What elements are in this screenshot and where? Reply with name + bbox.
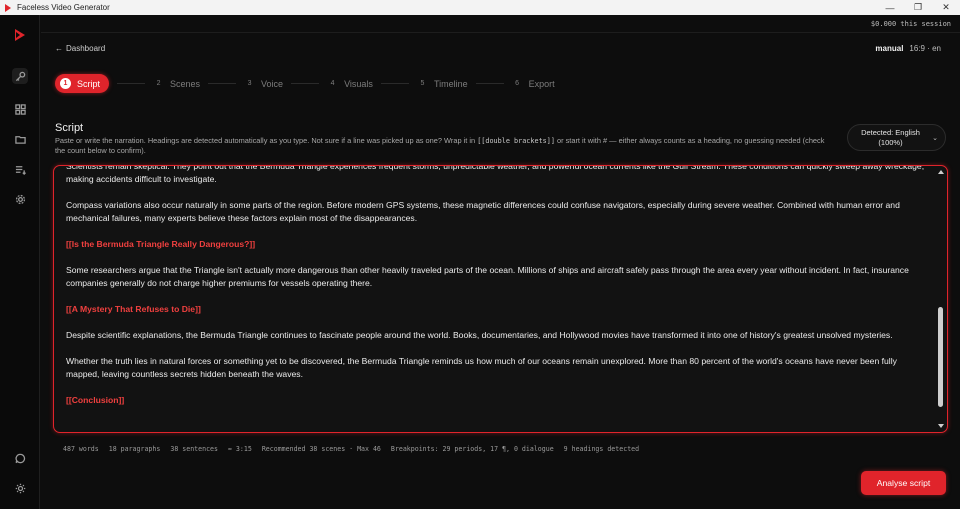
list-icon[interactable] (12, 161, 28, 177)
back-label: Dashboard (66, 44, 106, 53)
minimize-button[interactable]: — (876, 0, 904, 15)
step-connector (117, 83, 146, 84)
estimated-duration: ≈ 3:15 (227, 445, 252, 453)
step-script[interactable]: 1 Script (55, 74, 110, 93)
step-number: 5 (420, 80, 425, 87)
step-label: Timeline (433, 78, 468, 89)
editor-scrollbar[interactable] (937, 168, 945, 430)
heading-count: 9 headings detected (563, 445, 640, 453)
script-heading: [[Is the Bermuda Triangle Really Dangero… (66, 239, 256, 249)
scroll-down-icon[interactable] (938, 424, 944, 428)
step-number: 1 (60, 78, 71, 89)
window-title: Faceless Video Generator (17, 3, 110, 12)
close-button[interactable]: ✕ (932, 0, 960, 15)
project-mode: manual 16:9 · en (875, 44, 941, 53)
step-connector (208, 83, 237, 84)
step-connector (475, 83, 504, 84)
mode-name: manual (875, 44, 904, 53)
window-controls: — ❐ ✕ (876, 0, 960, 15)
language-confidence: (100%) (878, 138, 903, 147)
step-export[interactable]: 6 Export (512, 74, 555, 93)
step-visuals[interactable]: 4 Visuals (327, 74, 373, 93)
script-heading: [[A Mystery That Refuses to Die]] (66, 304, 201, 314)
session-cost: $0.000 this session (870, 20, 951, 28)
script-paragraph: Some researchers argue that the Triangle… (66, 265, 909, 288)
script-paragraph: Whether the truth lies in natural forces… (66, 356, 897, 379)
script-help-text: Paste or write the narration. Headings a… (55, 136, 825, 156)
step-voice[interactable]: 3 Voice (244, 74, 283, 93)
help-text-part: Paste or write the narration. Headings a… (55, 136, 478, 145)
sidebar-rail (0, 15, 40, 509)
script-editor[interactable]: Scientists remain skeptical. They point … (53, 165, 948, 433)
language-detected: Detected: English (861, 128, 920, 137)
scene-recommendation: Recommended 38 scenes · Max 46 (261, 445, 381, 453)
grid-icon[interactable] (12, 101, 28, 117)
step-number: 2 (156, 80, 161, 87)
step-label: Export (528, 78, 555, 89)
main-content: $0.000 this session ← Dashboard manual 1… (41, 15, 960, 509)
script-stats: 487 words 18 paragraphs 38 sentences ≈ 3… (63, 445, 639, 453)
script-text[interactable]: Scientists remain skeptical. They point … (66, 165, 926, 420)
scroll-up-icon[interactable] (938, 170, 944, 174)
word-count: 487 words (63, 445, 99, 453)
step-timeline[interactable]: 5 Timeline (417, 74, 468, 93)
window-titlebar: Faceless Video Generator — ❐ ✕ (0, 0, 960, 15)
arrow-left-icon: ← (55, 44, 63, 53)
script-paragraph: Compass variations also occur naturally … (66, 200, 900, 223)
folder-icon[interactable] (12, 131, 28, 147)
sentence-count: 38 sentences (170, 445, 218, 453)
section-title: Script (55, 122, 84, 134)
key-icon[interactable] (12, 68, 28, 84)
step-number: 4 (330, 80, 335, 87)
maximize-button[interactable]: ❐ (904, 0, 932, 15)
step-label: Voice (261, 78, 284, 89)
step-tracker: 1 Script 2 Scenes 3 Voice 4 Visuals 5 Ti… (55, 74, 555, 93)
step-number: 6 (515, 80, 520, 87)
step-number: 3 (247, 80, 252, 87)
format-label: 16:9 · en (909, 44, 941, 53)
help-code-snippet: [[double brackets]] (477, 137, 555, 145)
analyse-script-button[interactable]: Analyse script (861, 471, 946, 495)
scroll-thumb[interactable] (938, 307, 943, 407)
chat-icon[interactable] (12, 450, 28, 466)
sun-icon[interactable] (12, 480, 28, 496)
app-play-icon (4, 3, 12, 12)
gear-icon[interactable] (12, 191, 28, 207)
step-label: Script (77, 78, 101, 89)
script-paragraph: Despite scientific explanations, the Ber… (66, 330, 893, 340)
back-to-dashboard-link[interactable]: ← Dashboard (55, 44, 105, 53)
step-connector (380, 83, 409, 84)
paragraph-count: 18 paragraphs (108, 445, 161, 453)
script-paragraph: Scientists remain skeptical. They point … (66, 165, 925, 184)
divider (41, 32, 960, 33)
step-label: Visuals (344, 78, 373, 89)
script-heading: [[Conclusion]] (66, 395, 125, 405)
chevron-down-icon: ⌄ (932, 135, 938, 142)
logo-play-icon[interactable] (13, 28, 27, 42)
step-scenes[interactable]: 2 Scenes (153, 74, 200, 93)
step-connector (291, 83, 320, 84)
language-selector[interactable]: Detected: English (100%) ⌄ (847, 124, 946, 151)
step-label: Scenes (170, 78, 201, 89)
breakpoint-summary: Breakpoints: 29 periods, 17 ¶, 0 dialogu… (390, 445, 554, 453)
